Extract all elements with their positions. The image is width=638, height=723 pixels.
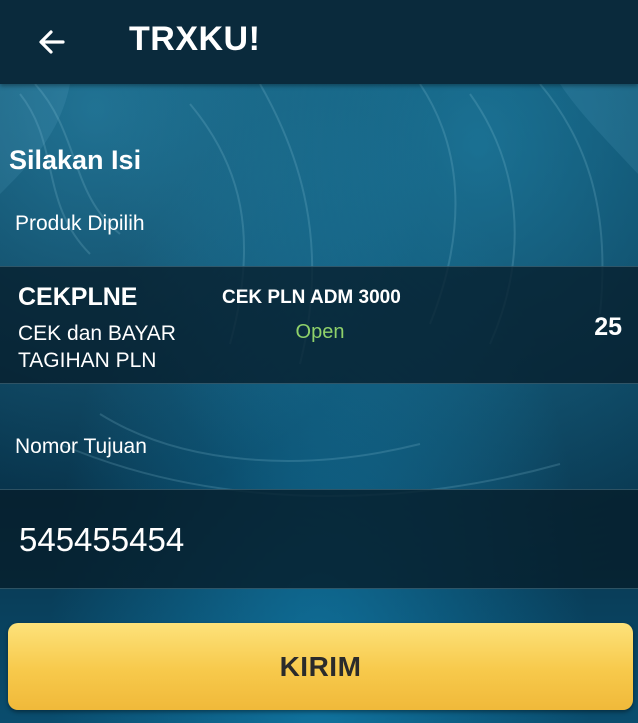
product-price: 25	[594, 313, 622, 341]
submit-button[interactable]: KIRIM	[8, 623, 633, 710]
product-status: Open	[295, 321, 345, 343]
back-button[interactable]	[28, 18, 76, 66]
form-heading: Silakan Isi	[9, 145, 142, 175]
product-section-label: Produk Dipilih	[15, 212, 145, 235]
product-description: CEK dan BAYAR TAGIHAN PLN	[18, 322, 176, 372]
app-bar: TRXKU!	[0, 0, 638, 84]
submit-button-label: KIRIM	[279, 650, 362, 682]
target-number-field	[0, 489, 638, 590]
arrow-left-icon	[39, 30, 65, 54]
app-title: TRXKU!	[129, 20, 261, 58]
target-number-input[interactable]	[0, 490, 638, 590]
selected-product-card[interactable]: CEKPLNE CEK dan BAYAR TAGIHAN PLN CEK PL…	[0, 266, 638, 384]
target-number-label: Nomor Tujuan	[15, 435, 147, 458]
product-code: CEKPLNE	[18, 283, 138, 311]
product-name: CEK PLN ADM 3000	[222, 287, 401, 308]
